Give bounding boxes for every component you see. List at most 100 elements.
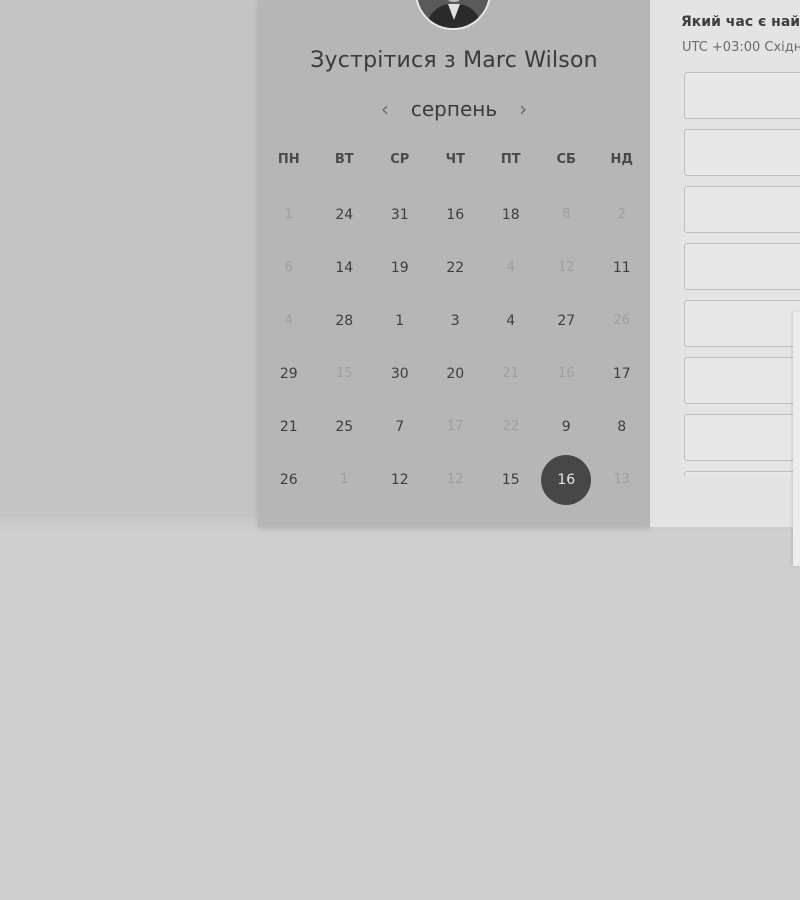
time-question: Який час є найл — [681, 14, 800, 30]
time-slot-button[interactable] — [684, 129, 800, 176]
calendar-day[interactable]: 3 — [428, 294, 484, 347]
calendar-panel: Зустрітися з Marc Wilson ‹ серпень › ПН … — [258, 0, 650, 527]
calendar-day[interactable]: 15 — [483, 453, 539, 506]
chevron-right-icon[interactable]: › — [511, 99, 535, 119]
calendar-day: 4 — [261, 294, 317, 347]
weekday-label: ПН — [277, 152, 300, 167]
day-number: 26 — [279, 471, 298, 488]
day-number: 8 — [562, 207, 571, 222]
calendar-day: 6 — [261, 241, 317, 294]
day-number: 16 — [557, 366, 575, 381]
calendar-day: 1 — [261, 188, 317, 241]
weekday-label: НД — [610, 152, 633, 167]
day-number: 17 — [446, 419, 464, 434]
day-number: 30 — [390, 365, 409, 382]
day-number: 4 — [506, 260, 515, 275]
day-number: 15 — [501, 471, 520, 488]
calendar-day[interactable]: 19 — [372, 241, 428, 294]
calendar-day[interactable]: 9 — [539, 400, 595, 453]
calendar-week: 21 25 7 17 22 9 8 — [261, 400, 651, 453]
day-number: 4 — [506, 312, 516, 329]
calendar-day[interactable]: 17 — [594, 347, 650, 400]
day-number: 16 — [541, 454, 592, 505]
day-number: 8 — [617, 418, 627, 435]
day-number: 11 — [612, 259, 631, 276]
calendar-day: 1 — [317, 453, 373, 506]
day-number: 9 — [561, 418, 571, 435]
calendar-day: 22 — [483, 400, 539, 453]
timezone-label: UTC +03:00 Східн — [682, 40, 800, 55]
calendar-day[interactable]: 26 — [261, 453, 317, 506]
calendar-day[interactable]: 7 — [372, 400, 428, 453]
weekday-header: ПН ВТ СР ЧТ ПТ СБ НД — [261, 152, 651, 167]
time-slot-button[interactable] — [684, 357, 800, 404]
day-number: 1 — [284, 207, 293, 222]
time-slot-button[interactable] — [684, 243, 800, 290]
calendar-day[interactable]: 22 — [428, 241, 484, 294]
time-slot-button[interactable] — [684, 300, 800, 347]
calendar-day[interactable]: 11 — [594, 241, 650, 294]
calendar-day[interactable]: 30 — [372, 347, 428, 400]
day-number: 15 — [335, 366, 353, 381]
calendar-day[interactable]: 28 — [317, 294, 373, 347]
day-number: 22 — [446, 259, 465, 276]
month-label: серпень — [410, 97, 498, 121]
calendar-day-selected[interactable]: 16 — [539, 453, 595, 506]
day-number: 12 — [557, 260, 575, 275]
calendar-day[interactable]: 1 — [372, 294, 428, 347]
calendar-day[interactable]: 4 — [483, 294, 539, 347]
meeting-title: Зустрітися з Marc Wilson — [310, 48, 598, 73]
day-number: 29 — [279, 365, 298, 382]
day-number: 14 — [335, 259, 354, 276]
calendar-week: 6 14 19 22 4 12 11 — [261, 241, 651, 294]
calendar-day[interactable]: 12 — [372, 453, 428, 506]
time-slot-button[interactable] — [684, 72, 800, 119]
calendar-day[interactable]: 31 — [372, 188, 428, 241]
calendar-day[interactable]: 16 — [428, 188, 484, 241]
day-number: 21 — [279, 418, 298, 435]
day-number: 3 — [450, 312, 460, 329]
day-number: 17 — [612, 365, 631, 382]
calendar-day[interactable]: 8 — [594, 400, 650, 453]
day-number: 19 — [390, 259, 409, 276]
calendar-day: 12 — [539, 241, 595, 294]
day-number: 20 — [446, 365, 465, 382]
calendar-day[interactable]: 18 — [483, 188, 539, 241]
day-number: 18 — [501, 206, 520, 223]
calendar-day[interactable]: 21 — [261, 400, 317, 453]
time-slot-button[interactable] — [684, 414, 800, 461]
time-slot-button[interactable] — [684, 471, 800, 476]
calendar-day[interactable]: 20 — [428, 347, 484, 400]
calendar-grid: 1 24 31 16 18 8 2 6 14 19 22 4 12 11 4 28 1 3 4 27 26 29 15 30 2… — [261, 188, 651, 506]
weekday-label: ПТ — [500, 152, 521, 167]
day-number: 22 — [502, 419, 520, 434]
calendar-day: 4 — [483, 241, 539, 294]
side-popover — [793, 312, 800, 566]
day-number: 26 — [613, 313, 631, 328]
month-navigation: ‹ серпень › — [258, 94, 650, 124]
weekday-label: СБ — [556, 152, 576, 167]
day-number: 24 — [335, 206, 354, 223]
calendar-day[interactable]: 14 — [317, 241, 373, 294]
calendar-day: 13 — [594, 453, 650, 506]
weekday-label: ВТ — [334, 152, 354, 167]
day-number: 16 — [446, 206, 465, 223]
day-number: 27 — [557, 312, 576, 329]
calendar-day: 26 — [594, 294, 650, 347]
day-number: 28 — [335, 312, 354, 329]
calendar-day: 2 — [594, 188, 650, 241]
day-number: 1 — [340, 472, 349, 487]
time-slot-button[interactable] — [684, 186, 800, 233]
weekday-label: ЧТ — [445, 152, 465, 167]
calendar-day[interactable]: 29 — [261, 347, 317, 400]
calendar-day[interactable]: 24 — [317, 188, 373, 241]
chevron-left-icon[interactable]: ‹ — [373, 99, 397, 119]
calendar-day[interactable]: 27 — [539, 294, 595, 347]
time-slot-list — [684, 72, 800, 476]
calendar-day: 17 — [428, 400, 484, 453]
calendar-week: 29 15 30 20 21 16 17 — [261, 347, 651, 400]
calendar-day[interactable]: 25 — [317, 400, 373, 453]
calendar-day: 21 — [483, 347, 539, 400]
weekday-label: СР — [390, 152, 410, 167]
calendar-day: 12 — [428, 453, 484, 506]
